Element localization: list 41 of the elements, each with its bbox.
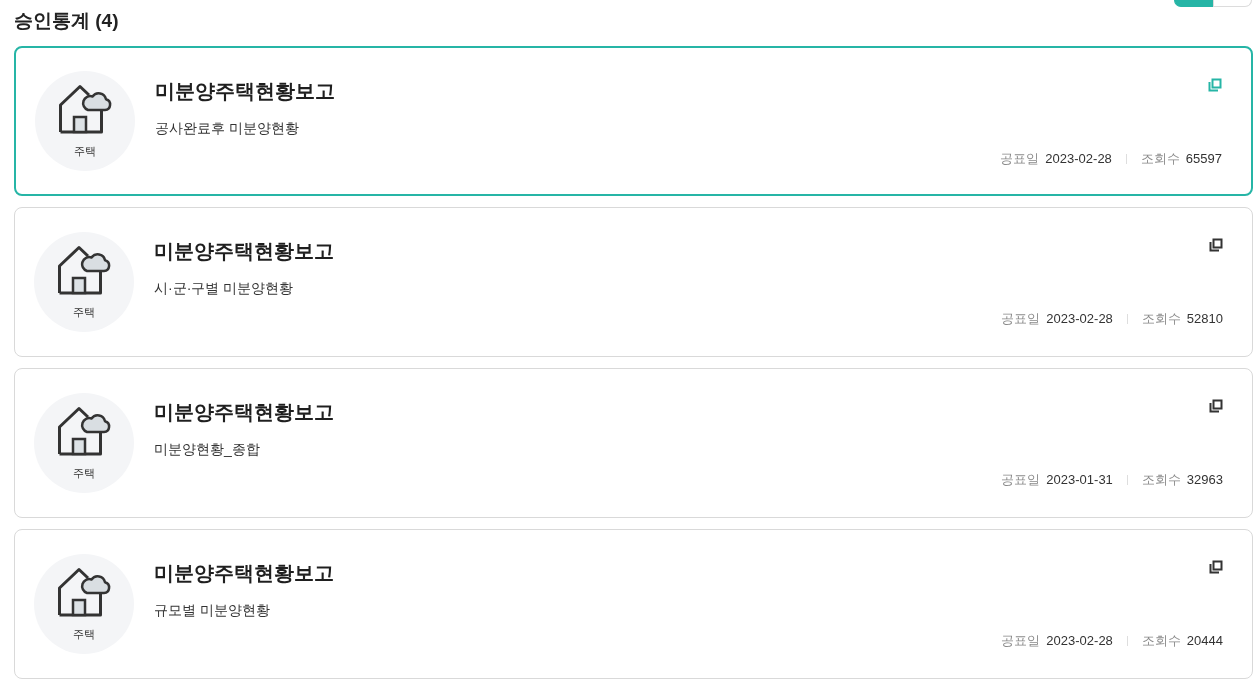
section-heading: 승인통계 (4) — [14, 9, 119, 33]
date-value: 2023-01-31 — [1046, 471, 1113, 489]
report-card[interactable]: 주택 미분양주택현황보고 시·군·구별 미분양현황 공표일 2023-02-28 조회수 52810 — [14, 207, 1253, 357]
house-cloud-icon — [57, 406, 111, 456]
views-value: 52810 — [1186, 310, 1223, 328]
card-subtitle: 미분양현황_종합 — [154, 440, 260, 459]
card-title: 미분양주택현황보고 — [154, 400, 334, 425]
house-cloud-icon — [57, 567, 111, 617]
date-value: 2023-02-28 — [1045, 150, 1112, 168]
category-label: 주택 — [73, 627, 95, 641]
date-label: 공표일 — [1001, 310, 1041, 328]
card-subtitle: 공사완료후 미분양현황 — [155, 119, 299, 138]
date-label: 공표일 — [1000, 150, 1040, 168]
views-label: 조회수 — [1140, 150, 1180, 168]
house-cloud-icon — [57, 245, 111, 295]
report-card[interactable]: 주택 미분양주택현황보고 미분양현황_종합 공표일 2023-01-31 조회수 32963 — [14, 368, 1253, 518]
copy-icon[interactable] — [1209, 238, 1223, 252]
report-card[interactable]: 주택 미분양주택현황보고 규모별 미분양현황 공표일 2023-02-28 조회수 20444 — [14, 529, 1253, 679]
category-label: 주택 — [73, 305, 95, 319]
category-label: 주택 — [74, 144, 96, 158]
copy-icon[interactable] — [1209, 560, 1223, 574]
date-label: 공표일 — [1001, 471, 1041, 489]
views-label: 조회수 — [1141, 310, 1181, 328]
view-toggle-button[interactable] — [1174, 0, 1213, 7]
views-label: 조회수 — [1141, 632, 1181, 650]
date-label: 공표일 — [1001, 632, 1041, 650]
views-value: 20444 — [1186, 632, 1223, 650]
views-label: 조회수 — [1141, 471, 1181, 489]
card-title: 미분양주택현황보고 — [154, 239, 334, 264]
house-cloud-icon — [58, 84, 112, 134]
card-subtitle: 시·군·구별 미분양현황 — [154, 279, 294, 298]
report-card[interactable]: 주택 미분양주택현황보고 공사완료후 미분양현황 공표일 2023-02-28 조회수 65597 — [14, 46, 1253, 196]
card-title: 미분양주택현황보고 — [155, 79, 335, 104]
copy-icon[interactable] — [1209, 399, 1223, 413]
date-value: 2023-02-28 — [1046, 310, 1113, 328]
date-value: 2023-02-28 — [1046, 632, 1113, 650]
views-value: 32963 — [1186, 471, 1223, 489]
views-value: 65597 — [1185, 150, 1222, 168]
card-subtitle: 규모별 미분양현황 — [154, 601, 270, 620]
card-title: 미분양주택현황보고 — [154, 561, 334, 586]
category-label: 주택 — [73, 466, 95, 480]
